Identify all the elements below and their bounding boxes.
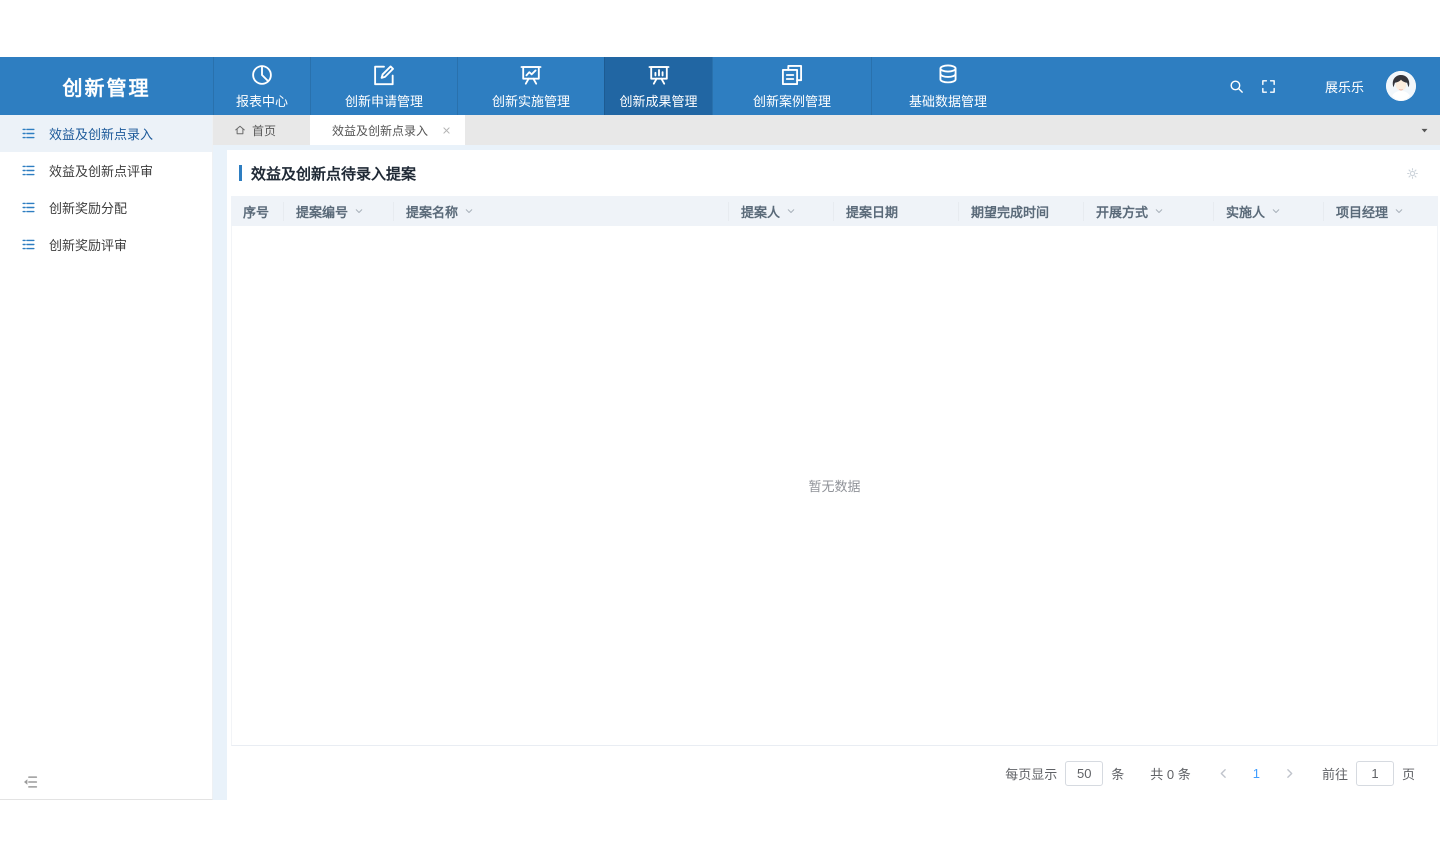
- sidebar-item-label: 创新奖励评审: [49, 235, 127, 254]
- page-title: 效益及创新点待录入提案: [251, 163, 416, 184]
- list-icon: [21, 163, 36, 178]
- empty-state-text: 暂无数据: [808, 476, 860, 495]
- topnav-item-label: 基础数据管理: [909, 91, 987, 110]
- sidebar-item[interactable]: 效益及创新点录入: [0, 115, 212, 152]
- chevron-down-icon: [1393, 205, 1405, 217]
- tab-home-label: 首页: [252, 122, 276, 139]
- main-area: 首页 效益及创新点录入 效益及创新点待录入提案 序号 提案编号 提案名称 提案人 提案日…: [213, 115, 1440, 800]
- sidebar-menu: 效益及创新点录入效益及创新点评审创新奖励分配创新奖励评审: [0, 115, 212, 263]
- collapse-sidebar-icon[interactable]: [21, 773, 39, 791]
- chevron-down-icon: [1270, 205, 1282, 217]
- topnav-item-label: 创新案例管理: [753, 91, 831, 110]
- caret-down-icon[interactable]: [1419, 115, 1430, 145]
- column-header-label: 提案名称: [406, 202, 458, 221]
- home-icon: [234, 124, 246, 136]
- chevron-right-icon[interactable]: [1283, 767, 1296, 780]
- topnav-item[interactable]: 创新案例管理: [712, 57, 871, 115]
- username[interactable]: 展乐乐: [1325, 77, 1364, 96]
- sidebar-item[interactable]: 效益及创新点评审: [0, 152, 212, 189]
- pagination-bar: 每页显示 条 共 0 条 1 前往 页: [227, 746, 1440, 800]
- column-header-label: 项目经理: [1336, 202, 1388, 221]
- topnav-item[interactable]: 创新申请管理: [310, 57, 457, 115]
- topnav-items: 报表中心 创新申请管理 创新实施管理 创新成果管理 创新案例管理 基础数据管理: [213, 57, 1024, 115]
- column-header: 提案日期: [834, 202, 959, 221]
- topnav-item-label: 创新实施管理: [492, 91, 570, 110]
- chevron-left-icon[interactable]: [1217, 767, 1230, 780]
- goto-page-input[interactable]: [1356, 761, 1394, 786]
- per-page-label: 每页显示: [1005, 764, 1057, 783]
- total-count: 共 0 条: [1150, 764, 1190, 783]
- topnav-item[interactable]: 基础数据管理: [871, 57, 1024, 115]
- chevron-down-icon: [353, 205, 365, 217]
- screen: 创新管理 报表中心创新申请管理创新实施管理创新成果管理创新案例管理基础数据管理 …: [0, 0, 1440, 860]
- page-number[interactable]: 1: [1253, 766, 1260, 781]
- tab[interactable]: 效益及创新点录入: [310, 115, 465, 145]
- search-icon[interactable]: [1228, 78, 1245, 95]
- close-icon[interactable]: [442, 126, 451, 135]
- database-icon: [935, 62, 961, 88]
- topnav-item-label: 报表中心: [236, 91, 288, 110]
- tab-bar: 首页 效益及创新点录入: [213, 115, 1440, 145]
- tab-home[interactable]: 首页: [213, 115, 297, 145]
- column-header[interactable]: 提案名称: [394, 202, 729, 221]
- table-body: 暂无数据: [231, 226, 1438, 746]
- column-header-label: 提案人: [741, 202, 780, 221]
- open-tabs: 效益及创新点录入: [297, 115, 465, 145]
- column-header-label: 实施人: [1226, 202, 1265, 221]
- column-header-label: 提案日期: [846, 202, 898, 221]
- table-header-row: 序号 提案编号 提案名称 提案人 提案日期 期望完成时间 开展方式 实施人 项目经理: [231, 196, 1438, 226]
- topnav-item[interactable]: 创新成果管理: [604, 57, 712, 115]
- column-header[interactable]: 项目经理: [1324, 202, 1438, 221]
- sidebar-item-label: 效益及创新点评审: [49, 161, 153, 180]
- topnav-right-area: 展乐乐: [1228, 57, 1440, 115]
- topnav-item-label: 创新申请管理: [345, 91, 423, 110]
- title-accent-bar: [239, 165, 242, 181]
- sidebar-item-label: 创新奖励分配: [49, 198, 127, 217]
- per-page-unit: 条: [1111, 764, 1124, 783]
- list-icon: [21, 126, 36, 141]
- app-title: 创新管理: [0, 57, 213, 115]
- sidebar-item[interactable]: 创新奖励分配: [0, 189, 212, 226]
- fullscreen-icon[interactable]: [1260, 78, 1277, 95]
- list-icon: [21, 200, 36, 215]
- chevron-down-icon: [463, 205, 475, 217]
- presentation-bar-chart-icon: [646, 62, 672, 88]
- chevron-down-icon: [1153, 205, 1165, 217]
- column-header[interactable]: 实施人: [1214, 202, 1324, 221]
- content-panel: 效益及创新点待录入提案 序号 提案编号 提案名称 提案人 提案日期 期望完成时间 开展方式 实…: [227, 150, 1440, 800]
- panel-header: 效益及创新点待录入提案: [227, 150, 1440, 196]
- column-header[interactable]: 开展方式: [1084, 202, 1214, 221]
- gear-icon[interactable]: [1405, 166, 1420, 181]
- topnav-item[interactable]: 创新实施管理: [457, 57, 604, 115]
- sidebar-item[interactable]: 创新奖励评审: [0, 226, 212, 263]
- list-icon: [21, 237, 36, 252]
- column-header[interactable]: 提案编号: [284, 202, 394, 221]
- sidebar: 效益及创新点录入效益及创新点评审创新奖励分配创新奖励评审: [0, 115, 213, 800]
- column-header-label: 提案编号: [296, 202, 348, 221]
- goto-label: 前往: [1322, 764, 1348, 783]
- column-header: 期望完成时间: [959, 202, 1084, 221]
- column-header[interactable]: 提案人: [729, 202, 834, 221]
- column-header-label: 开展方式: [1096, 202, 1148, 221]
- app-window: 创新管理 报表中心创新申请管理创新实施管理创新成果管理创新案例管理基础数据管理 …: [0, 57, 1440, 800]
- tab-label: 效益及创新点录入: [332, 122, 428, 139]
- pie-chart-icon: [249, 62, 275, 88]
- column-header-label: 期望完成时间: [971, 202, 1049, 221]
- top-navigation-bar: 创新管理 报表中心创新申请管理创新实施管理创新成果管理创新案例管理基础数据管理 …: [0, 57, 1440, 115]
- column-header: 序号: [231, 202, 284, 221]
- documents-copy-icon: [779, 62, 805, 88]
- edit-square-icon: [371, 62, 397, 88]
- sidebar-item-label: 效益及创新点录入: [49, 124, 153, 143]
- avatar[interactable]: [1386, 71, 1416, 101]
- topnav-item[interactable]: 报表中心: [213, 57, 310, 115]
- chevron-down-icon: [785, 205, 797, 217]
- goto-unit: 页: [1402, 764, 1415, 783]
- per-page-input[interactable]: [1065, 761, 1103, 786]
- column-header-label: 序号: [243, 202, 269, 221]
- presentation-line-chart-icon: [518, 62, 544, 88]
- body-row: 效益及创新点录入效益及创新点评审创新奖励分配创新奖励评审 首页 效益及创新点录入: [0, 115, 1440, 800]
- topnav-item-label: 创新成果管理: [619, 91, 697, 110]
